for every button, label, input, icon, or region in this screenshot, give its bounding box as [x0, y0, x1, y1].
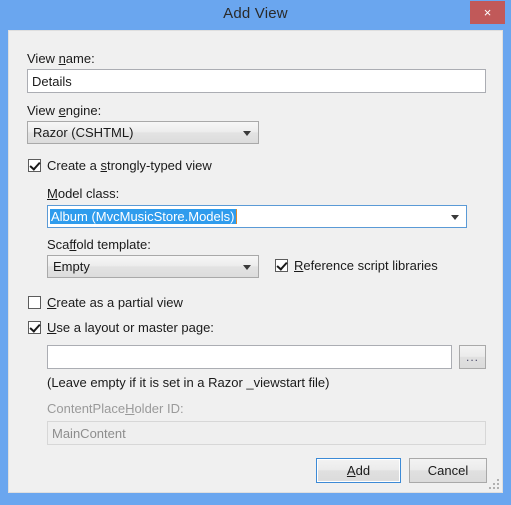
view-engine-label: View engine: [27, 103, 102, 118]
close-button[interactable]: × [470, 1, 505, 24]
add-button[interactable]: Add [316, 458, 401, 483]
text-caret [235, 209, 237, 224]
view-engine-combobox[interactable]: Razor (CSHTML) [27, 121, 259, 144]
chevron-down-icon [451, 214, 460, 220]
checkbox-box [28, 159, 41, 172]
checkbox-label: Reference script libraries [294, 258, 438, 273]
add-view-dialog: Add View × View name: View engine: Razor… [0, 0, 511, 505]
content-placeholder-id-input [47, 421, 486, 445]
view-engine-value: Razor (CSHTML) [33, 125, 134, 140]
view-name-label: View name: [27, 51, 95, 66]
checkbox-box [28, 296, 41, 309]
use-layout-or-master-page-checkbox[interactable]: Use a layout or master page: [28, 320, 214, 335]
content-placeholder-id-label: ContentPlaceHolder ID: [47, 401, 184, 416]
model-class-value: Album (MvcMusicStore.Models) [50, 209, 236, 224]
view-name-input[interactable] [27, 69, 486, 93]
checkbox-label: Use a layout or master page: [47, 320, 214, 335]
dialog-title: Add View [223, 5, 288, 22]
resize-grip[interactable] [487, 477, 499, 489]
scaffold-template-label: Scaffold template: [47, 237, 151, 252]
browse-layout-button[interactable]: ... [459, 345, 486, 369]
add-button-label: Add [346, 463, 371, 478]
cancel-button-label: Cancel [427, 463, 469, 478]
checkbox-box [275, 259, 288, 272]
checkbox-label: Create as a partial view [47, 295, 183, 310]
reference-script-libraries-checkbox[interactable]: Reference script libraries [275, 258, 438, 273]
model-class-combobox[interactable]: Album (MvcMusicStore.Models) [47, 205, 467, 228]
model-class-label: Model class: [47, 186, 120, 201]
close-icon: × [483, 5, 492, 20]
checkbox-label: Create a strongly-typed view [47, 158, 212, 173]
dialog-client-area: View name: View engine: Razor (CSHTML) C… [8, 30, 503, 493]
scaffold-template-value: Empty [53, 259, 90, 274]
chevron-down-icon [243, 264, 252, 270]
create-strongly-typed-view-checkbox[interactable]: Create a strongly-typed view [28, 158, 212, 173]
cancel-button[interactable]: Cancel [409, 458, 487, 483]
title-bar[interactable]: Add View × [0, 0, 511, 30]
create-as-partial-view-checkbox[interactable]: Create as a partial view [28, 295, 183, 310]
checkbox-box [28, 321, 41, 334]
browse-button-label: ... [465, 350, 479, 364]
chevron-down-icon [243, 130, 252, 136]
layout-path-input[interactable] [47, 345, 452, 369]
layout-hint-text: (Leave empty if it is set in a Razor _vi… [47, 375, 330, 390]
scaffold-template-combobox[interactable]: Empty [47, 255, 259, 278]
